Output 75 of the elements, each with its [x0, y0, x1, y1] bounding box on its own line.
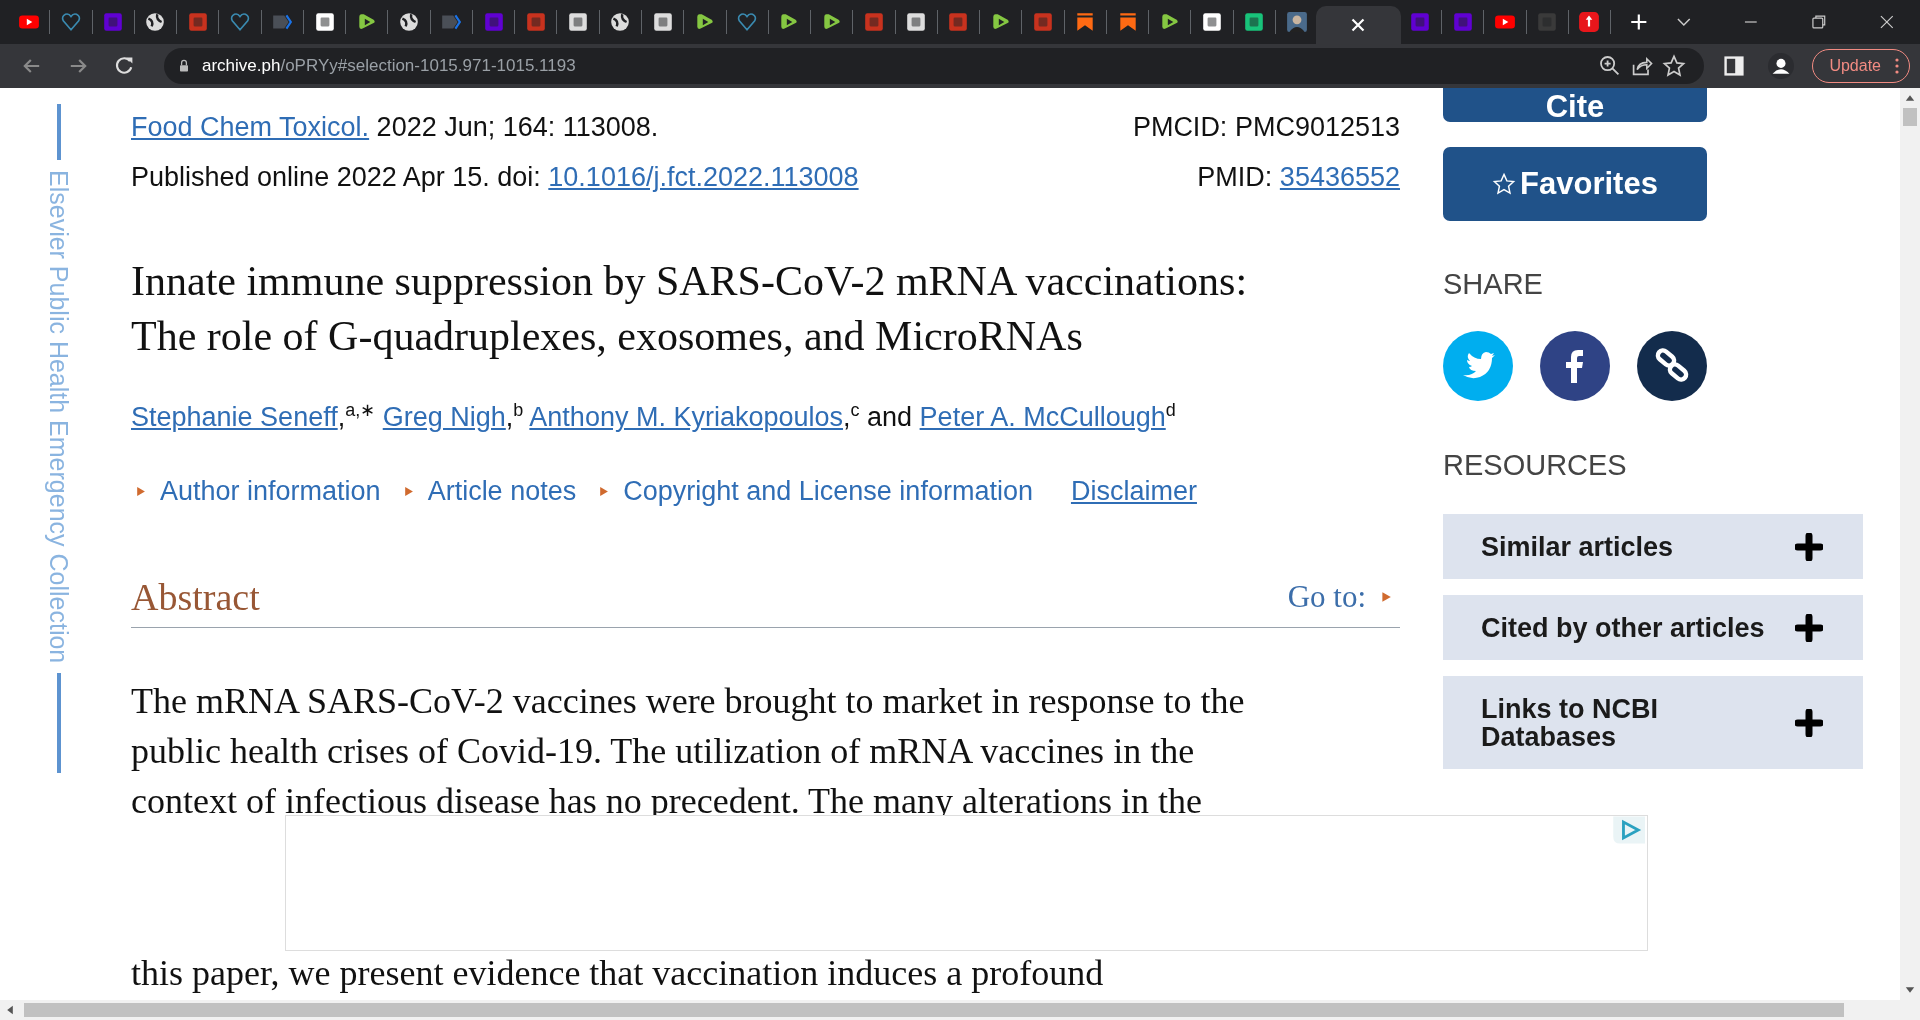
- resource-accordion[interactable]: Cited by other articles: [1443, 595, 1863, 660]
- abstract-text: context of infectious disease has no precedent. The many alterations in the: [131, 780, 1203, 823]
- site-icon: [524, 11, 547, 33]
- site-icon: [905, 11, 928, 33]
- site-icon: [313, 11, 336, 33]
- author-link[interactable]: Stephanie Seneff: [131, 402, 338, 432]
- rail-bar: [56, 104, 61, 160]
- url-host: archive.ph: [202, 56, 281, 76]
- globe-icon: [398, 11, 421, 33]
- ad-choices-icon[interactable]: [1611, 816, 1645, 844]
- pin-icon: [1578, 11, 1601, 33]
- resources-heading: RESOURCES: [1443, 448, 1627, 482]
- abstract-text: The mRNA SARS-CoV-2 vaccines were brought to market in response to the: [131, 680, 1246, 723]
- journal-link[interactable]: Food Chem Toxicol.: [131, 112, 370, 142]
- avatar-icon: [1285, 11, 1308, 33]
- triangle-icon: [402, 485, 414, 497]
- pmid-text: PMID: 35436552: [1197, 161, 1400, 194]
- site-icon: [1201, 11, 1224, 33]
- doi-link[interactable]: 10.1016/j.fct.2022.113008: [548, 162, 859, 192]
- resource-accordion[interactable]: Similar articles: [1443, 514, 1863, 579]
- heart-icon: [59, 11, 82, 33]
- share-heading: SHARE: [1443, 267, 1543, 301]
- scroll-thumb[interactable]: [24, 1003, 1844, 1017]
- globe-icon: [609, 11, 632, 33]
- vertical-scrollbar[interactable]: [1900, 88, 1920, 1000]
- section-toggle[interactable]: Author information: [160, 473, 381, 509]
- facebook-icon[interactable]: [1540, 331, 1610, 401]
- article-title: Innate immune suppression by SARS-CoV-2 mRNA vaccinations: The role of G-quadruplexes, exosomes, and MicroRNAs: [131, 257, 1249, 361]
- section-toggle[interactable]: Article notes: [427, 473, 577, 509]
- author-link[interactable]: Anthony M. Kyriakopoulos: [529, 402, 843, 432]
- author-list: Stephanie Seneff,$^{a,∗}$ Greg Nigh,$^{b}$ Anthony M. Kyriakopoulos,$^{c}$ and Peter A. McCullough$^{d}$: [131, 390, 1400, 437]
- pmcid-text: PMCID: PMC9012513: [1132, 111, 1400, 144]
- site-icon: [862, 11, 885, 33]
- site-icon: [1243, 11, 1266, 33]
- site-icon: [947, 11, 970, 33]
- triangle-icon: [135, 485, 146, 497]
- site-icon: [186, 11, 209, 33]
- site-icon: [102, 11, 125, 33]
- abstract-text: this paper, we present evidence that vaccination induces a profound: [131, 954, 1105, 992]
- link-icon[interactable]: [1637, 331, 1707, 401]
- author-link[interactable]: Greg Nigh: [382, 402, 506, 432]
- site-icon: [1451, 11, 1474, 33]
- triangle-icon: [598, 485, 610, 497]
- star-icon: [1492, 172, 1517, 196]
- profile-icon[interactable]: [1768, 53, 1795, 79]
- share-icon[interactable]: [1630, 54, 1655, 78]
- cite-button[interactable]: Cite: [1443, 88, 1707, 122]
- author-link[interactable]: Peter A. McCullough: [919, 402, 1166, 432]
- site-icon: [1032, 11, 1054, 33]
- star-icon[interactable]: [1662, 54, 1687, 78]
- address-bar[interactable]: archive.ph/oPRYy#selection-1015.971-1015.1193: [164, 48, 1705, 84]
- side-panel-icon[interactable]: [1722, 54, 1747, 78]
- published-text: Published online 2022 Apr 15. doi: 10.1016/j.fct.2022.113008: [131, 161, 859, 194]
- resource-accordion[interactable]: Links to NCBI Databases: [1443, 676, 1863, 769]
- section-toggle[interactable]: Copyright and License information: [623, 473, 1033, 509]
- site-icon: [1536, 11, 1559, 33]
- site-icon: [651, 11, 674, 33]
- horizontal-scrollbar[interactable]: [0, 1000, 1920, 1020]
- section-heading: Abstract: [131, 575, 261, 620]
- abstract-text: public health crises of Covid-19. The utilization of mRNA vaccines in the: [131, 730, 1196, 773]
- heart-icon: [736, 11, 759, 33]
- scroll-thumb[interactable]: [1903, 108, 1917, 126]
- more-icon[interactable]: [1895, 58, 1899, 74]
- pmid-link[interactable]: 35436552: [1279, 162, 1400, 192]
- site-icon: [482, 11, 505, 33]
- favorites-button[interactable]: Favorites: [1443, 147, 1707, 221]
- url-path: /oPRYy#selection-1015.971-1015.1193: [280, 56, 576, 76]
- globe-icon: [144, 11, 167, 33]
- heart-icon: [228, 11, 251, 33]
- site-icon: [1409, 11, 1432, 33]
- site-icon: [567, 11, 590, 33]
- triangle-icon: [1380, 591, 1392, 603]
- goto-link[interactable]: Go to:: [1287, 579, 1366, 615]
- citation-text: Food Chem Toxicol. 2022 Jun; 164: 113008.: [131, 111, 659, 144]
- disclaimer-link[interactable]: Disclaimer: [1070, 473, 1197, 509]
